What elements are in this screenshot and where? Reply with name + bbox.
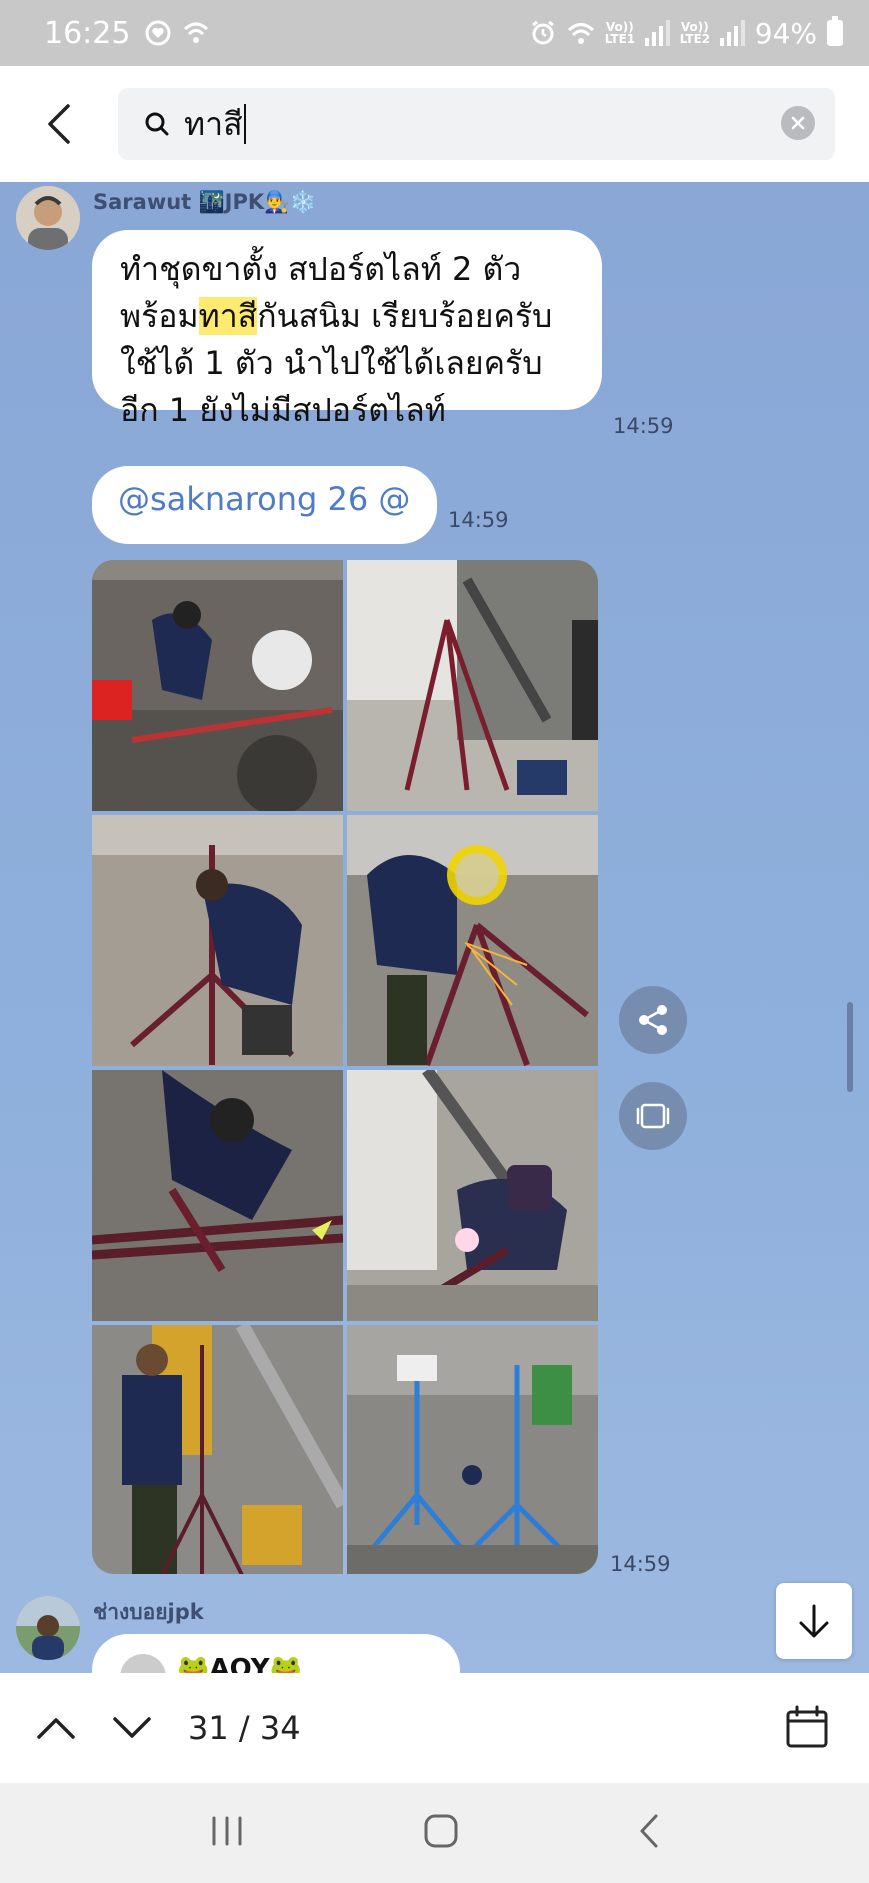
back-arrow-icon xyxy=(640,1814,657,1848)
home-button[interactable] xyxy=(423,1813,459,1853)
previous-result-button[interactable] xyxy=(18,1690,94,1766)
message-time: 14:59 xyxy=(613,414,674,438)
system-navigation-bar xyxy=(0,1783,869,1883)
message-time: 14:59 xyxy=(610,1552,671,1576)
photo-thumbnail[interactable] xyxy=(92,1070,343,1321)
signal-bars-1-icon xyxy=(644,20,670,46)
recent-apps-button[interactable] xyxy=(210,1816,244,1850)
photo-thumbnail[interactable] xyxy=(347,560,598,811)
chevron-left-icon xyxy=(48,104,70,144)
photo-thumbnail[interactable] xyxy=(92,815,343,1066)
search-icon xyxy=(145,112,169,136)
search-highlight: ทาสี xyxy=(198,297,258,335)
search-result-toolbar: 31 / 34 xyxy=(0,1673,869,1783)
sim1-label: Vo)) LTE1 xyxy=(604,20,636,46)
home-icon xyxy=(424,1814,457,1848)
photo-thumbnail[interactable] xyxy=(347,1070,598,1321)
share-icon xyxy=(639,1005,667,1035)
status-bar: 16:25 Vo)) LTE1 Vo)) LTE2 94% xyxy=(0,0,869,66)
album-view-button[interactable] xyxy=(619,1082,687,1150)
share-button[interactable] xyxy=(619,986,687,1054)
wifi-calling-icon xyxy=(184,22,209,43)
search-query-text: ทาสี xyxy=(184,104,246,144)
photo-thumbnail[interactable] xyxy=(92,560,343,811)
scroll-to-bottom-button[interactable] xyxy=(776,1583,852,1659)
chat-area[interactable]: Sarawut 🌃JPK👨‍🔧❄️ ทำชุดขาตั้ง สปอร์ตไลท์… xyxy=(0,182,869,1673)
scrollbar-thumb[interactable] xyxy=(847,1002,853,1092)
calendar-icon xyxy=(786,1705,828,1748)
signal-bars-2-icon xyxy=(719,20,745,46)
arrow-down-icon xyxy=(799,1604,829,1638)
status-time: 16:25 xyxy=(44,15,131,51)
search-header: ทาสี xyxy=(0,66,869,182)
message-text: ทำชุดขาตั้ง สปอร์ตไลท์ 2 ตัว พร้อมทาสีกั… xyxy=(120,246,582,434)
system-back-button[interactable] xyxy=(638,1813,660,1853)
photo-thumbnail[interactable] xyxy=(92,1325,343,1574)
heart-notification-icon xyxy=(145,20,171,46)
gallery-icon xyxy=(636,1103,670,1129)
sim2-label: Vo)) LTE2 xyxy=(679,20,711,46)
sender-name: Sarawut 🌃JPK👨‍🔧❄️ xyxy=(93,190,317,214)
message-bubble[interactable]: ทำชุดขาตั้ง สปอร์ตไลท์ 2 ตัว พร้อมทาสีกั… xyxy=(92,230,602,429)
message-bubble[interactable]: 🐸AOY🐸 xyxy=(92,1634,460,1673)
sender-name: ช่างบอยjpk xyxy=(93,1600,204,1624)
back-button[interactable] xyxy=(0,66,116,182)
battery-icon xyxy=(827,16,843,46)
message-bubble[interactable]: @saknarong 26 @ xyxy=(92,466,437,544)
calendar-button[interactable] xyxy=(775,1695,839,1759)
photo-thumbnail[interactable] xyxy=(347,1325,598,1574)
chevron-down-icon xyxy=(113,1717,151,1738)
clear-search-button[interactable] xyxy=(781,106,815,140)
message-time: 14:59 xyxy=(448,508,509,532)
wifi-icon xyxy=(567,23,594,44)
mention-link[interactable]: @saknarong 26 @ xyxy=(118,480,410,518)
recent-apps-icon xyxy=(212,1816,241,1846)
photo-album[interactable] xyxy=(92,560,598,1574)
result-counter: 31 / 34 xyxy=(188,1709,301,1747)
avatar[interactable] xyxy=(16,1596,80,1660)
avatar[interactable] xyxy=(16,186,80,250)
reply-avatar xyxy=(120,1654,166,1673)
search-input[interactable]: ทาสี xyxy=(118,88,835,160)
close-icon xyxy=(791,116,805,130)
next-result-button[interactable] xyxy=(94,1690,170,1766)
alarm-icon xyxy=(531,20,554,45)
chevron-up-icon xyxy=(37,1718,75,1739)
photo-thumbnail[interactable] xyxy=(347,815,598,1066)
battery-percent: 94% xyxy=(754,16,817,50)
message-preview: 🐸AOY🐸 xyxy=(177,1654,302,1673)
